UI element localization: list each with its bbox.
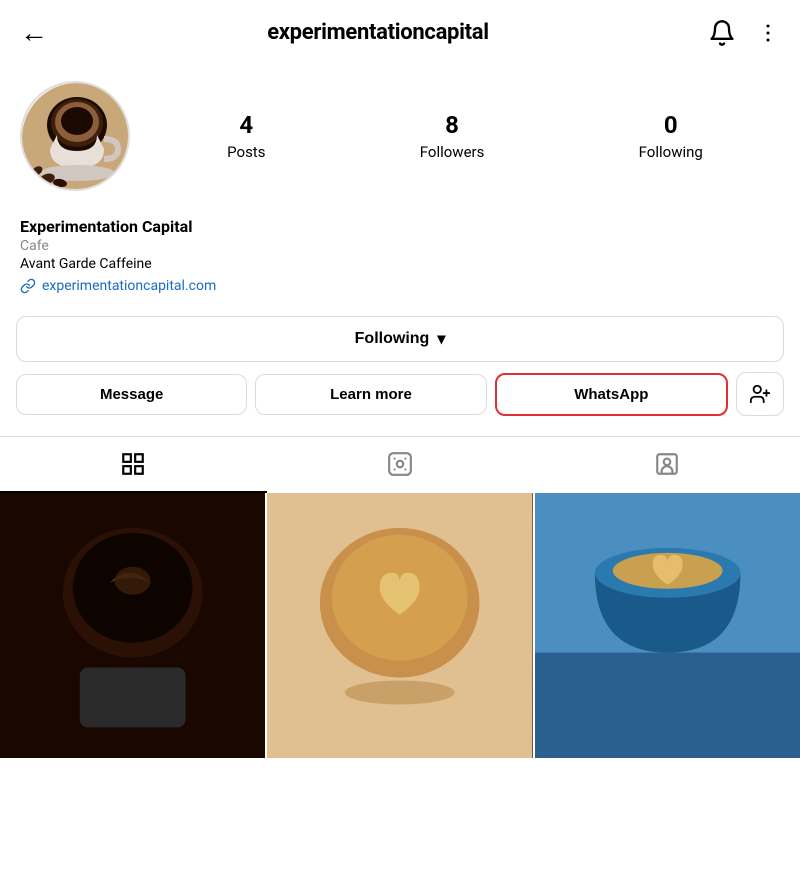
following-button[interactable]: Following ▾: [16, 316, 784, 362]
stats-row: 4 Posts 8 Followers 0 Following: [150, 111, 780, 161]
message-button[interactable]: Message: [16, 374, 247, 415]
photo-grid: [0, 493, 800, 758]
reels-icon: [387, 451, 413, 477]
profile-category: Cafe: [20, 238, 780, 254]
website-url: experimentationcapital.com: [42, 278, 216, 294]
notification-icon[interactable]: [708, 19, 736, 47]
posts-count: 4: [239, 111, 253, 139]
posts-stat[interactable]: 4 Posts: [227, 111, 265, 161]
tab-grid[interactable]: [0, 437, 267, 493]
header: ← experimentationcapital: [0, 0, 800, 65]
photo-cell-3[interactable]: [535, 493, 800, 758]
username-title: experimentationcapital: [267, 20, 489, 45]
link-icon: [20, 278, 36, 294]
tab-tagged[interactable]: [533, 437, 800, 493]
tab-bar: [0, 436, 800, 493]
action-buttons: Following ▾ Message Learn more WhatsApp: [0, 306, 800, 426]
followers-count: 8: [445, 111, 459, 139]
photo-cell-1[interactable]: [0, 493, 265, 758]
profile-website-link[interactable]: experimentationcapital.com: [20, 278, 780, 294]
photo-cell-2[interactable]: [267, 493, 532, 758]
profile-tagline: Avant Garde Caffeine: [20, 256, 780, 272]
avatar[interactable]: [20, 81, 130, 191]
back-button[interactable]: ←: [20, 16, 48, 49]
followers-stat[interactable]: 8 Followers: [420, 111, 485, 161]
avatar-image: [22, 83, 130, 191]
add-person-icon: [749, 383, 771, 405]
profile-name: Experimentation Capital: [20, 217, 780, 236]
followers-label: Followers: [420, 143, 485, 161]
more-options-icon[interactable]: [756, 21, 780, 45]
following-count: 0: [664, 111, 678, 139]
profile-section: 4 Posts 8 Followers 0 Following: [0, 65, 800, 203]
secondary-buttons: Message Learn more WhatsApp: [16, 372, 784, 416]
chevron-down-icon: ▾: [437, 329, 445, 349]
posts-label: Posts: [227, 143, 265, 161]
learn-more-button[interactable]: Learn more: [255, 374, 486, 415]
following-stat[interactable]: 0 Following: [639, 111, 703, 161]
tab-reels[interactable]: [267, 437, 534, 493]
bio-section: Experimentation Capital Cafe Avant Garde…: [0, 203, 800, 306]
tagged-icon: [654, 451, 680, 477]
whatsapp-button[interactable]: WhatsApp: [495, 373, 728, 416]
grid-icon: [120, 451, 146, 477]
add-person-button[interactable]: [736, 372, 784, 416]
following-label: Following: [639, 143, 703, 161]
profile-top: 4 Posts 8 Followers 0 Following: [20, 81, 780, 191]
header-icons: [708, 19, 780, 47]
